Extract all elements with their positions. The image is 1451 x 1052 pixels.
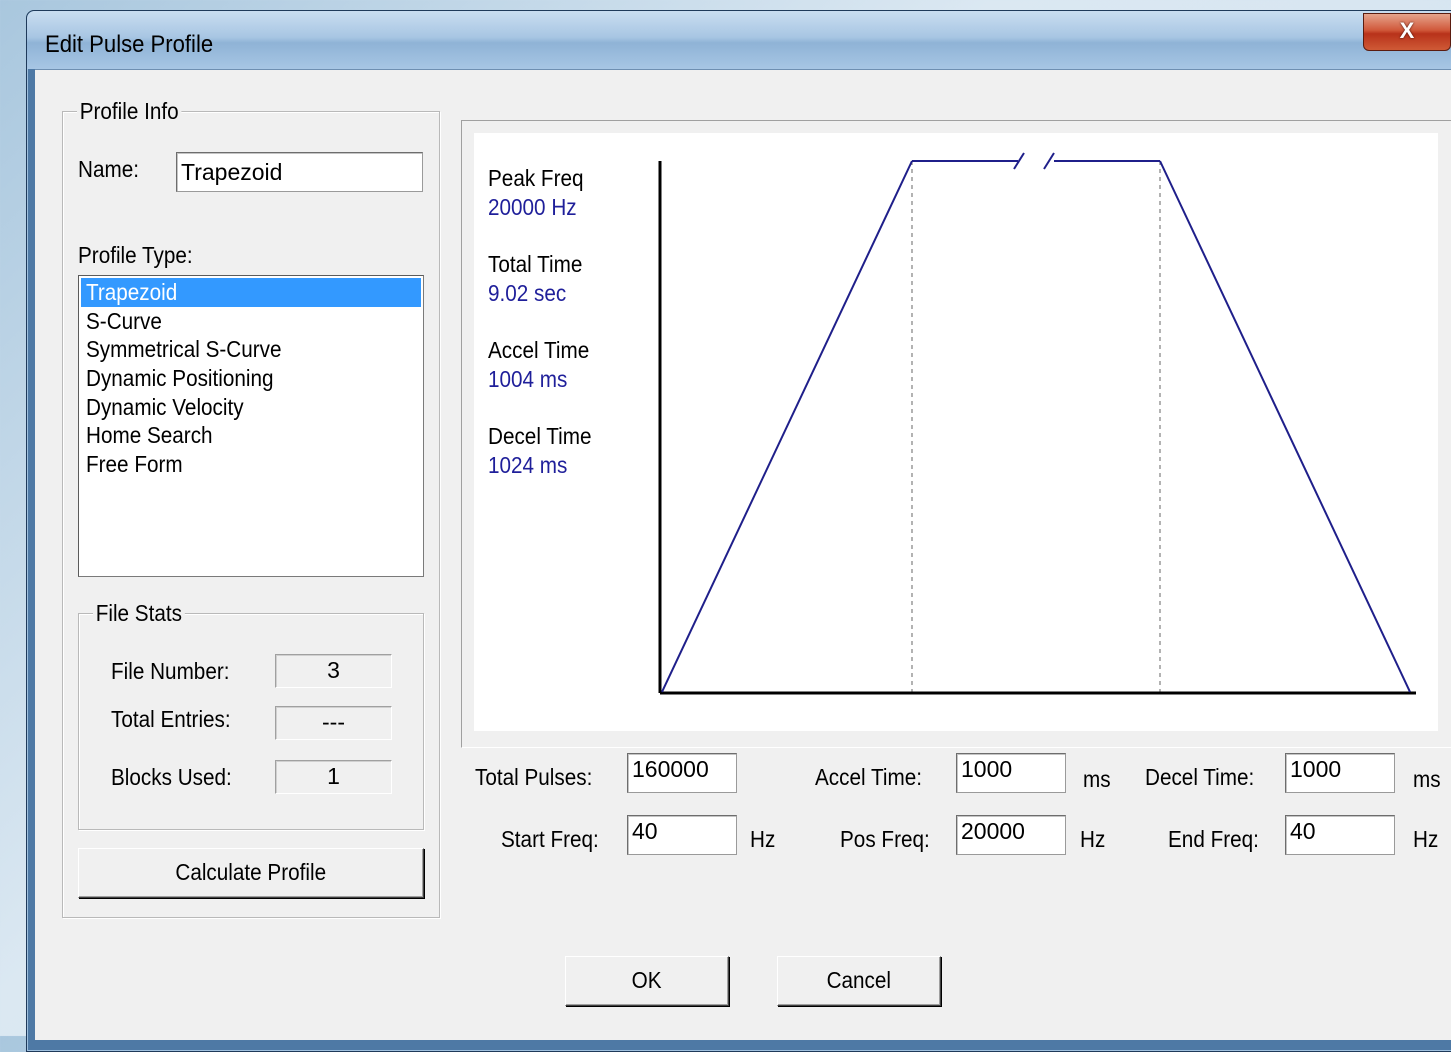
ok-button[interactable]: OK — [565, 956, 729, 1006]
profile-type-item[interactable]: Dynamic Positioning — [81, 364, 421, 393]
start-freq-unit: Hz — [750, 826, 776, 852]
profile-type-item[interactable]: Free Form — [81, 450, 421, 479]
decel-time-unit: ms — [1413, 766, 1441, 792]
total-pulses-field[interactable]: 160000 — [627, 753, 737, 793]
end-freq-unit: Hz — [1413, 826, 1439, 852]
title-bar[interactable]: Edit Pulse Profile X — [27, 11, 1451, 69]
blocks-used-label: Blocks Used: — [111, 764, 232, 790]
dialog-client-area: Profile Info Name: Trapezoid Profile Typ… — [35, 69, 1451, 1040]
edit-pulse-profile-dialog: Edit Pulse Profile X Profile Info Name: … — [26, 10, 1451, 1052]
profile-type-item[interactable]: S-Curve — [81, 307, 421, 336]
profile-graph — [658, 152, 1416, 695]
pos-freq-unit: Hz — [1080, 826, 1106, 852]
total-entries-value: --- — [275, 706, 392, 740]
profile-chart-panel: Peak Freq 20000 Hz Total Time 9.02 sec A… — [461, 120, 1451, 748]
pos-freq-field[interactable]: 20000 — [956, 815, 1066, 855]
end-freq-label: End Freq: — [1168, 826, 1259, 852]
start-freq-field[interactable]: 40 — [627, 815, 737, 855]
decel-time-input-label: Decel Time: — [1145, 764, 1255, 790]
profile-info-legend: Profile Info — [77, 98, 182, 125]
file-number-label: File Number: — [111, 658, 230, 684]
profile-type-label: Profile Type: — [78, 242, 193, 268]
total-pulses-label: Total Pulses: — [475, 764, 593, 790]
profile-type-item[interactable]: Dynamic Velocity — [81, 393, 421, 422]
cancel-button[interactable]: Cancel — [777, 956, 941, 1006]
close-button[interactable]: X — [1363, 13, 1451, 51]
accel-time-unit: ms — [1083, 766, 1111, 792]
accel-ramp-line — [661, 160, 913, 693]
file-stats-legend: File Stats — [93, 600, 185, 627]
total-entries-label: Total Entries: — [111, 706, 231, 732]
profile-chart-canvas: Peak Freq 20000 Hz Total Time 9.02 sec A… — [474, 133, 1438, 731]
profile-type-list[interactable]: Trapezoid S-Curve Symmetrical S-Curve Dy… — [78, 275, 424, 577]
decel-ramp-line — [1159, 160, 1411, 693]
axis-break-mark — [1043, 152, 1055, 170]
profile-type-item[interactable]: Symmetrical S-Curve — [81, 335, 421, 364]
name-field[interactable]: Trapezoid — [176, 152, 423, 192]
blocks-used-value: 1 — [275, 760, 392, 794]
decel-time-field[interactable]: 1000 — [1285, 753, 1395, 793]
dialog-title: Edit Pulse Profile — [45, 31, 214, 58]
name-label: Name: — [78, 156, 139, 182]
end-freq-field[interactable]: 40 — [1285, 815, 1395, 855]
profile-type-item[interactable]: Trapezoid — [81, 278, 421, 307]
pos-freq-label: Pos Freq: — [840, 826, 930, 852]
start-freq-label: Start Freq: — [501, 826, 599, 852]
profile-type-item[interactable]: Home Search — [81, 421, 421, 450]
calculate-profile-button[interactable]: Calculate Profile — [78, 848, 424, 898]
file-number-value: 3 — [275, 654, 392, 688]
accel-time-field[interactable]: 1000 — [956, 753, 1066, 793]
accel-time-input-label: Accel Time: — [815, 764, 922, 790]
